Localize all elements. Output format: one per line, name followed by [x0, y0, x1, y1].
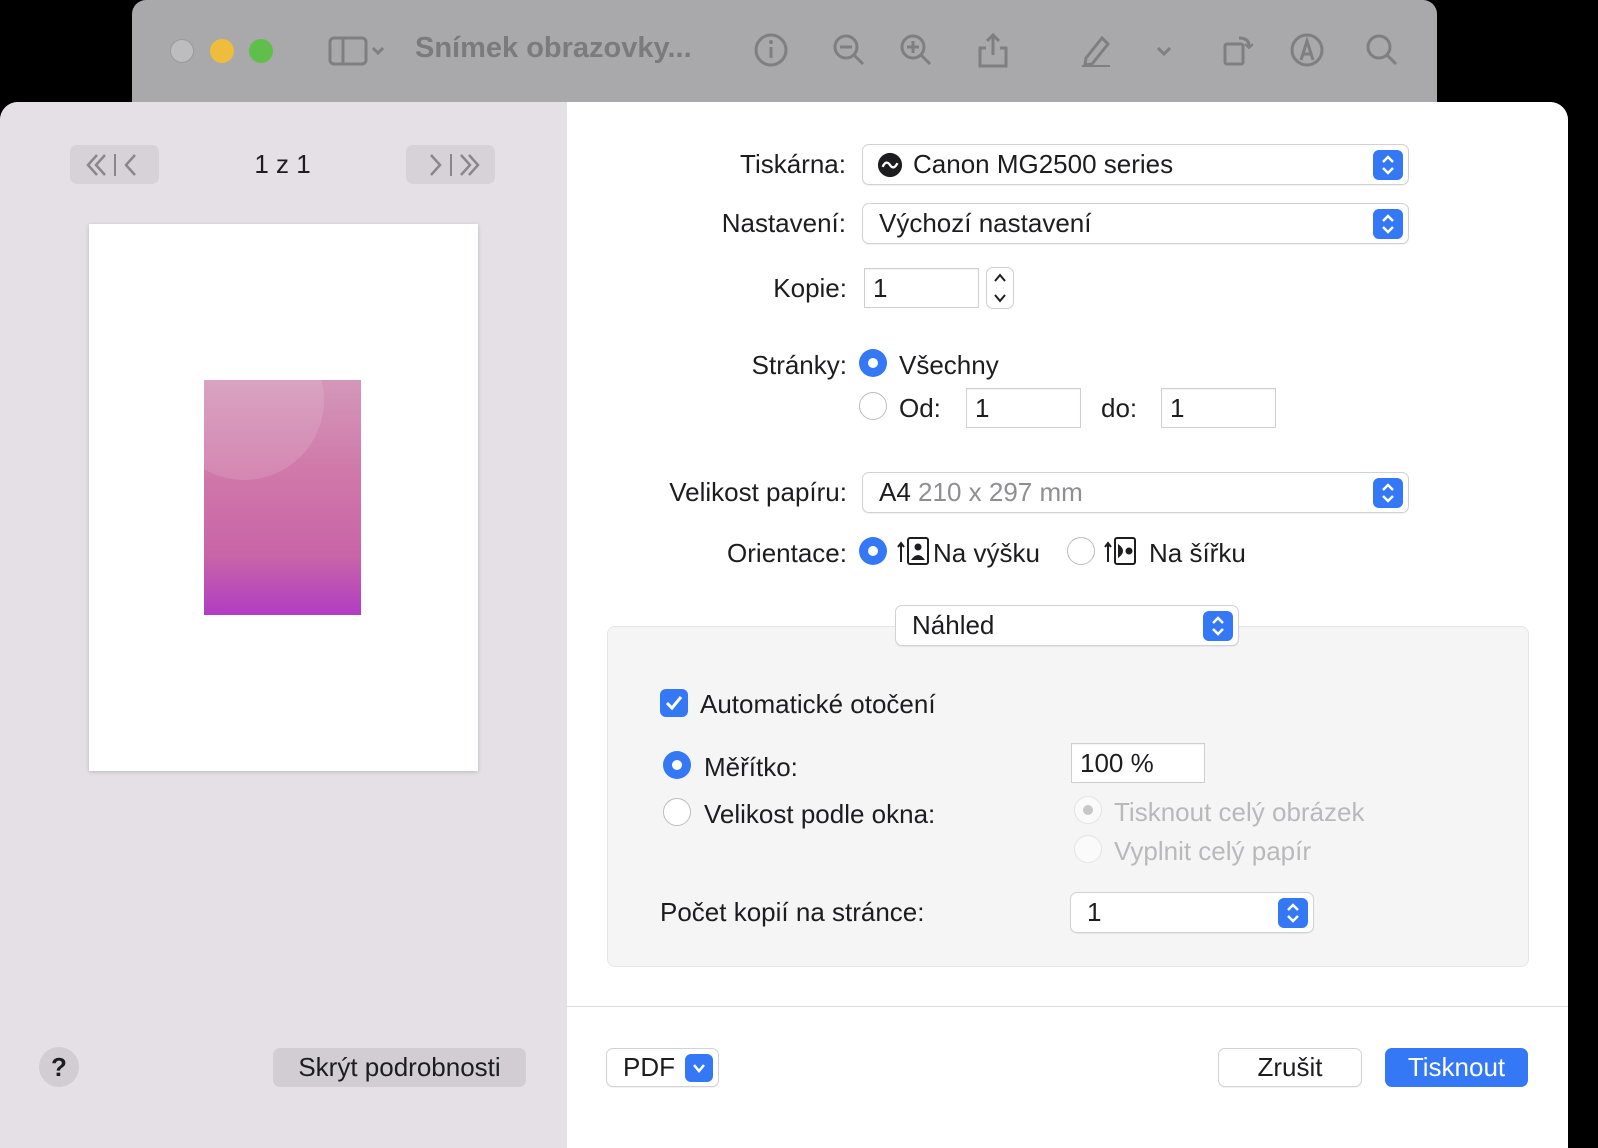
print-dialog: 1 z 1 ? Skrýt podrobnosti Tiskárna: Cano… — [0, 102, 1568, 1148]
search-icon[interactable] — [1362, 30, 1402, 70]
printer-select[interactable]: Canon MG2500 series — [862, 144, 1409, 185]
scale-radio[interactable] — [663, 751, 691, 779]
paper-size-select[interactable]: A4 210 x 297 mm — [862, 472, 1409, 513]
chevrons-left-icon — [85, 153, 136, 176]
auto-rotate-label: Automatické otočení — [700, 689, 936, 719]
printer-label: Tiskárna: — [740, 149, 846, 179]
orientation-label: Orientace: — [727, 538, 847, 568]
pdf-label: PDF — [623, 1052, 675, 1082]
fit-fill-paper-radio[interactable] — [1074, 835, 1102, 863]
orientation-portrait-label: Na výšku — [933, 538, 1040, 568]
help-button[interactable]: ? — [39, 1047, 79, 1087]
print-button[interactable]: Tisknout — [1385, 1048, 1528, 1087]
updown-chevron-icon — [1203, 611, 1233, 641]
fit-radio[interactable] — [663, 798, 691, 826]
hide-details-button[interactable]: Skrýt podrobnosti — [273, 1048, 526, 1087]
page-preview — [89, 224, 478, 771]
share-icon[interactable] — [973, 30, 1013, 70]
fit-print-entire-radio[interactable] — [1074, 796, 1102, 824]
section-select-value: Náhled — [912, 610, 995, 640]
copies-per-page-select[interactable]: 1 — [1070, 892, 1314, 933]
copies-stepper[interactable] — [986, 267, 1014, 309]
pages-to-label: do: — [1101, 393, 1138, 423]
printer-status-icon — [877, 152, 903, 178]
window-close-button[interactable] — [170, 39, 194, 63]
window-maximize-button[interactable] — [249, 39, 273, 63]
pages-label: Stránky: — [751, 350, 847, 380]
rotate-icon[interactable] — [1217, 30, 1257, 70]
copies-per-page-label: Počet kopií na stránce: — [660, 897, 925, 927]
pdf-menu-button[interactable]: PDF — [606, 1048, 719, 1087]
presets-select[interactable]: Výchozí nastavení — [862, 203, 1409, 244]
annotate-icon[interactable] — [1287, 30, 1327, 70]
pages-range-radio[interactable] — [859, 392, 887, 420]
cancel-button[interactable]: Zrušit — [1218, 1048, 1362, 1087]
orientation-landscape-radio[interactable] — [1067, 537, 1095, 565]
pages-all-label: Všechny — [899, 350, 999, 380]
zoom-out-icon[interactable] — [829, 30, 869, 70]
sidebar-toggle-icon[interactable] — [322, 30, 392, 70]
presets-value: Výchozí nastavení — [879, 208, 1092, 238]
section-select[interactable]: Náhled — [895, 605, 1239, 646]
auto-rotate-checkbox[interactable] — [660, 689, 688, 717]
pages-from-field[interactable]: 1 — [966, 388, 1081, 428]
first-prev-page-buttons[interactable] — [70, 145, 159, 184]
updown-chevron-icon — [1278, 898, 1308, 928]
scale-field[interactable]: 100 % — [1071, 743, 1205, 783]
info-icon[interactable] — [751, 30, 791, 70]
chevron-down-icon — [685, 1054, 713, 1082]
settings-pane: Tiskárna: Canon MG2500 series Nastavení:… — [567, 102, 1568, 1148]
markup-dropdown-icon[interactable] — [1144, 30, 1184, 70]
portrait-orientation-icon — [897, 537, 929, 565]
chevron-down-icon[interactable] — [993, 293, 1007, 303]
presets-label: Nastavení: — [721, 208, 846, 238]
fit-label: Velikost podle okna: — [704, 799, 936, 829]
footer-divider — [567, 1006, 1568, 1007]
page-counter: 1 z 1 — [254, 149, 311, 179]
preview-image — [204, 380, 361, 615]
paper-size-label: Velikost papíru: — [669, 477, 847, 507]
copies-label: Kopie: — [773, 273, 847, 303]
pages-all-radio[interactable] — [859, 349, 887, 377]
chevron-up-icon[interactable] — [993, 273, 1007, 283]
updown-chevron-icon — [1373, 478, 1403, 508]
window-title: Snímek obrazovky... — [415, 32, 692, 64]
fit-print-entire-label: Tisknout celý obrázek — [1114, 797, 1365, 827]
updown-chevron-icon — [1373, 209, 1403, 239]
orientation-portrait-radio[interactable] — [859, 537, 887, 565]
preview-pane: 1 z 1 ? Skrýt podrobnosti — [0, 102, 567, 1148]
paper-size-dims: 210 x 297 mm — [918, 477, 1083, 507]
paper-size-name: A4 — [879, 477, 911, 507]
markup-pen-icon[interactable] — [1076, 30, 1116, 70]
printer-value: Canon MG2500 series — [913, 149, 1174, 179]
pages-from-label: Od: — [899, 393, 941, 423]
scale-label: Měřítko: — [704, 752, 798, 782]
zoom-in-icon[interactable] — [896, 30, 936, 70]
pages-to-field[interactable]: 1 — [1161, 388, 1276, 428]
copies-per-page-value: 1 — [1087, 897, 1102, 927]
window-minimize-button[interactable] — [210, 39, 234, 63]
orientation-landscape-label: Na šířku — [1149, 538, 1246, 568]
next-last-page-buttons[interactable] — [406, 145, 495, 184]
fit-fill-paper-label: Vyplnit celý papír — [1114, 836, 1312, 866]
updown-chevron-icon — [1373, 150, 1403, 180]
checkmark-icon — [665, 696, 683, 711]
copies-field[interactable]: 1 — [864, 268, 979, 308]
chevrons-right-icon — [429, 153, 480, 176]
landscape-orientation-icon — [1104, 537, 1136, 565]
